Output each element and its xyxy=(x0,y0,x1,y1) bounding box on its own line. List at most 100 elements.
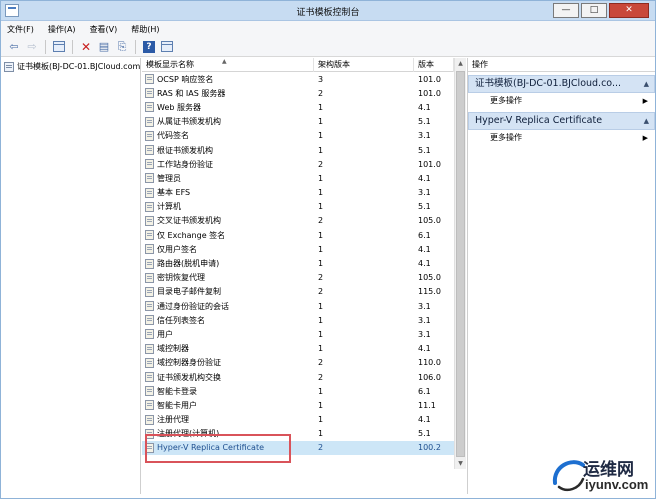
collapse-up-icon[interactable]: ▲ xyxy=(644,76,649,92)
action-section-templates[interactable]: 证书模板(BJ-DC-01.BJCloud.co... ▲ xyxy=(468,75,655,93)
cell-schema-version: 1 xyxy=(318,259,324,269)
table-row[interactable]: 密钥恢复代理 2 105.0 xyxy=(142,271,454,285)
cell-version: 105.0 xyxy=(418,216,441,226)
cell-name: 路由器(脱机申请) xyxy=(142,258,314,269)
cell-name: 域控制器身份验证 xyxy=(142,357,314,368)
vertical-scrollbar[interactable]: ▲ ▼ xyxy=(454,58,466,469)
certificate-template-icon xyxy=(145,201,154,212)
actions-pane-title: 操作 xyxy=(468,58,655,72)
cell-schema-version: 1 xyxy=(318,386,324,396)
table-row[interactable]: 用户 1 3.1 xyxy=(142,327,454,341)
title-bar[interactable]: 证书模板控制台 — □ ✕ xyxy=(1,1,655,21)
table-row[interactable]: 路由器(脱机申请) 1 4.1 xyxy=(142,256,454,270)
back-arrow-icon[interactable]: ⇦ xyxy=(6,39,22,55)
table-row[interactable]: 工作站身份验证 2 101.0 xyxy=(142,157,454,171)
cell-version: 4.1 xyxy=(418,259,431,269)
table-row[interactable]: 基本 EFS 1 3.1 xyxy=(142,186,454,200)
template-name: 管理员 xyxy=(157,173,181,183)
table-row[interactable]: 根证书颁发机构 1 5.1 xyxy=(142,143,454,157)
cell-name: 目录电子邮件复制 xyxy=(142,286,314,297)
more-actions-hyperv[interactable]: 更多操作 ▶ xyxy=(468,130,655,146)
certificate-template-icon xyxy=(145,301,154,312)
certificate-template-icon xyxy=(145,386,154,397)
cell-version: 3.1 xyxy=(418,315,431,325)
table-row[interactable]: 代码签名 1 3.1 xyxy=(142,129,454,143)
table-row[interactable]: 交叉证书颁发机构 2 105.0 xyxy=(142,214,454,228)
cell-version: 105.0 xyxy=(418,273,441,283)
table-row[interactable]: 域控制器 1 4.1 xyxy=(142,342,454,356)
cell-version: 106.0 xyxy=(418,372,441,382)
cell-schema-version: 2 xyxy=(318,216,324,226)
scroll-down-icon[interactable]: ▼ xyxy=(455,458,466,469)
menu-bar: 文件(F) 操作(A) 查看(V) 帮助(H) xyxy=(1,21,655,37)
table-row[interactable]: 智能卡登录 1 6.1 xyxy=(142,384,454,398)
template-name: 交叉证书颁发机构 xyxy=(157,216,221,226)
column-header-schema[interactable]: 架构版本 xyxy=(314,58,414,72)
table-row[interactable]: Web 服务器 1 4.1 xyxy=(142,100,454,114)
column-header-version[interactable]: 版本 xyxy=(414,58,454,72)
cell-schema-version: 1 xyxy=(318,301,324,311)
certificate-template-icon xyxy=(145,357,154,368)
certificate-template-icon xyxy=(145,343,154,354)
cell-schema-version: 2 xyxy=(318,88,324,98)
table-row[interactable]: 注册代理 1 4.1 xyxy=(142,413,454,427)
certificate-template-icon xyxy=(145,442,154,453)
table-row[interactable]: 信任列表签名 1 3.1 xyxy=(142,313,454,327)
cell-schema-version: 3 xyxy=(318,74,324,84)
table-row[interactable]: OCSP 响应签名 3 101.0 xyxy=(142,72,454,86)
template-name: 注册代理 xyxy=(157,415,189,425)
table-row[interactable]: Hyper-V Replica Certificate 2 100.2 xyxy=(142,440,454,456)
table-row[interactable]: 计算机 1 5.1 xyxy=(142,200,454,214)
list-rows: OCSP 响应签名 3 101.0 RAS 和 IAS 服务器 2 101.0 Web 服务… xyxy=(142,72,454,456)
list-header: 模板显示名称 ▲ 架构版本 版本 xyxy=(142,58,454,72)
template-name: 代码签名 xyxy=(157,131,189,141)
table-row[interactable]: 管理员 1 4.1 xyxy=(142,171,454,185)
action-section-hyperv[interactable]: Hyper-V Replica Certificate ▲ xyxy=(468,112,655,130)
maximize-button[interactable]: □ xyxy=(581,3,607,18)
properties-icon[interactable]: ▤ xyxy=(96,39,112,55)
table-row[interactable]: 仅 Exchange 签名 1 6.1 xyxy=(142,228,454,242)
certificate-template-icon xyxy=(145,272,154,283)
template-name: 基本 EFS xyxy=(157,188,191,198)
scrollbar-thumb[interactable] xyxy=(456,71,465,457)
cell-name: 通过身份验证的会话 xyxy=(142,301,314,312)
cell-version: 5.1 xyxy=(418,117,431,127)
template-name: 目录电子邮件复制 xyxy=(157,287,221,297)
table-row[interactable]: 域控制器身份验证 2 110.0 xyxy=(142,356,454,370)
cell-schema-version: 2 xyxy=(318,159,324,169)
table-row[interactable]: 注册代理(计算机) 1 5.1 xyxy=(142,427,454,441)
menu-action[interactable]: 操作(A) xyxy=(48,24,76,35)
table-row[interactable]: 从属证书颁发机构 1 5.1 xyxy=(142,115,454,129)
table-row[interactable]: 仅用户签名 1 4.1 xyxy=(142,242,454,256)
help-icon[interactable]: ? xyxy=(141,39,157,55)
more-actions-templates[interactable]: 更多操作 ▶ xyxy=(468,93,655,109)
table-row[interactable]: RAS 和 IAS 服务器 2 101.0 xyxy=(142,86,454,100)
close-button[interactable]: ✕ xyxy=(609,3,649,18)
table-row[interactable]: 证书颁发机构交换 2 106.0 xyxy=(142,370,454,384)
minimize-button[interactable]: — xyxy=(553,3,579,18)
column-header-name[interactable]: 模板显示名称 ▲ xyxy=(142,58,314,72)
collapse-up-icon[interactable]: ▲ xyxy=(644,113,649,129)
menu-file[interactable]: 文件(F) xyxy=(7,24,34,35)
menu-view[interactable]: 查看(V) xyxy=(90,24,118,35)
export-list-icon[interactable]: ⎘ xyxy=(114,39,130,55)
forward-arrow-icon[interactable]: ⇨ xyxy=(24,39,40,55)
cell-schema-version: 1 xyxy=(318,131,324,141)
cell-schema-version: 1 xyxy=(318,429,324,439)
cell-version: 101.0 xyxy=(418,159,441,169)
show-action-pane-icon[interactable] xyxy=(159,39,175,55)
template-name: 用户 xyxy=(157,329,173,339)
cell-schema-version: 1 xyxy=(318,102,324,112)
menu-help[interactable]: 帮助(H) xyxy=(131,24,159,35)
tree-item-certificate-templates[interactable]: 证书模板(BJ-DC-01.BJCloud.com) xyxy=(4,61,140,72)
scroll-up-icon[interactable]: ▲ xyxy=(455,58,466,69)
cell-version: 4.1 xyxy=(418,344,431,354)
show-hide-tree-icon[interactable] xyxy=(51,39,67,55)
delete-icon[interactable]: ✕ xyxy=(78,39,94,55)
mmc-window: 证书模板控制台 — □ ✕ 文件(F) 操作(A) 查看(V) 帮助(H) ⇦ … xyxy=(0,0,656,499)
table-row[interactable]: 目录电子邮件复制 2 115.0 xyxy=(142,285,454,299)
table-row[interactable]: 通过身份验证的会话 1 3.1 xyxy=(142,299,454,313)
template-name: Hyper-V Replica Certificate xyxy=(157,443,265,453)
table-row[interactable]: 智能卡用户 1 11.1 xyxy=(142,398,454,412)
certificate-template-icon xyxy=(145,230,154,241)
